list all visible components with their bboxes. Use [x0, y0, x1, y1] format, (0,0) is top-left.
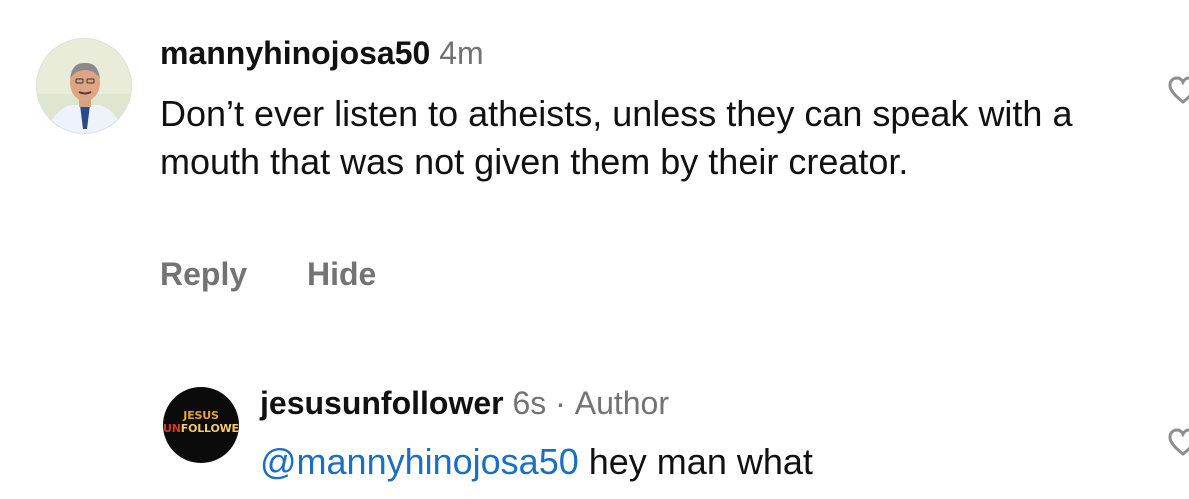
- timestamp: 4m: [439, 35, 484, 71]
- mention-link[interactable]: @mannyhinojosa50: [260, 441, 579, 482]
- avatar-mannyhinojosa50[interactable]: [36, 38, 132, 134]
- username-link[interactable]: mannyhinojosa50: [160, 35, 430, 71]
- author-badge: Author: [574, 385, 669, 421]
- comment-body: @mannyhinojosa50 hey man what: [260, 438, 1140, 486]
- comment-header: mannyhinojosa50 4m: [160, 35, 484, 72]
- comment-text: hey man what: [588, 441, 813, 482]
- comment-body: Don’t ever listen to atheists, unless th…: [160, 93, 1073, 182]
- heart-icon[interactable]: [1168, 428, 1189, 458]
- reply-button[interactable]: Reply: [160, 256, 247, 293]
- comment-header: jesusunfollower 6s · Author: [260, 385, 669, 422]
- timestamp: 6s: [512, 385, 547, 421]
- profile-photo: [37, 39, 131, 133]
- username-link[interactable]: jesusunfollower: [260, 385, 504, 421]
- separator: ·: [555, 385, 566, 421]
- heart-icon[interactable]: [1168, 76, 1189, 106]
- avatar-jesusunfollower[interactable]: JESUS UNFOLLOWER: [163, 387, 239, 463]
- hide-button[interactable]: Hide: [307, 256, 376, 293]
- logo-line2: UNFOLLOWER: [163, 422, 239, 435]
- logo-line1: JESUS: [183, 409, 219, 422]
